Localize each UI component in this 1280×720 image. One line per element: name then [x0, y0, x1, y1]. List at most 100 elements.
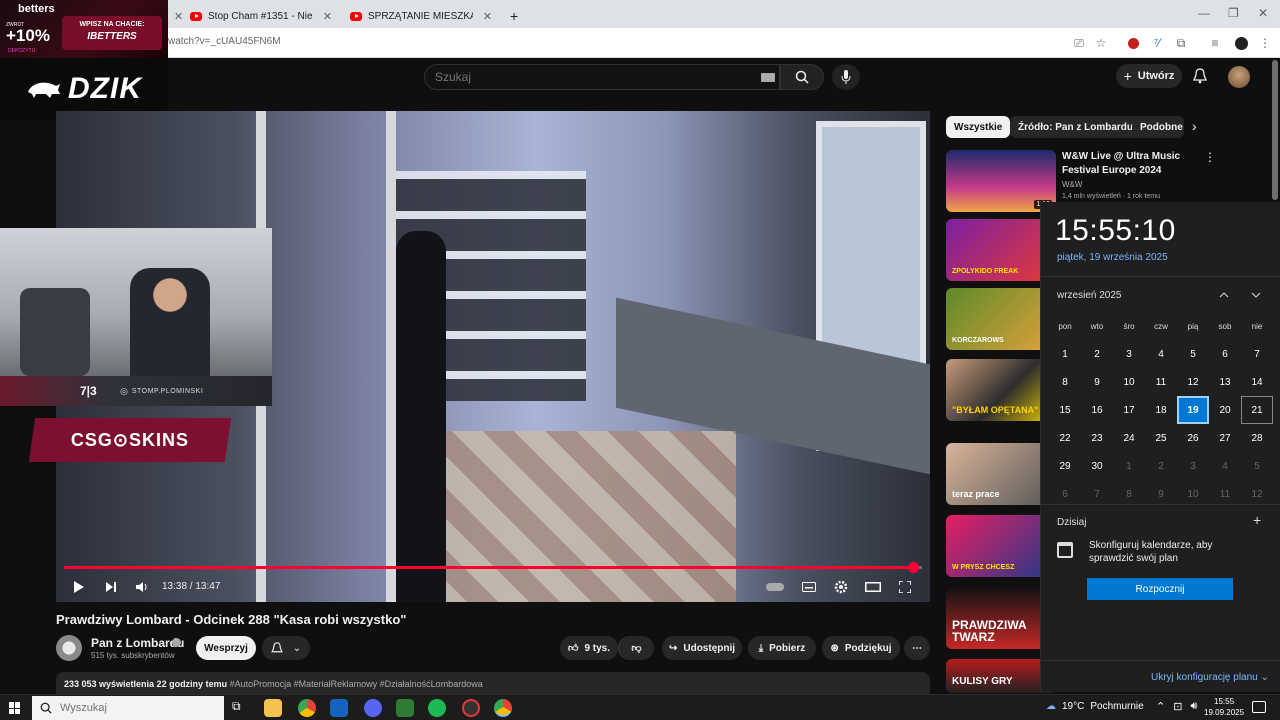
- search-button[interactable]: [780, 64, 824, 90]
- calendar-day[interactable]: 4: [1145, 340, 1177, 368]
- search-input[interactable]: [435, 70, 735, 84]
- windows-start-icon[interactable]: [9, 702, 21, 714]
- calendar-day[interactable]: 17: [1113, 396, 1145, 424]
- chevron-up-icon[interactable]: ⌃: [1156, 700, 1165, 713]
- add-event-plus-icon[interactable]: +: [1253, 512, 1261, 528]
- media-queue-icon[interactable]: ≡: [1206, 34, 1224, 52]
- close-icon[interactable]: ✕: [483, 10, 492, 23]
- calendar-day[interactable]: 22: [1049, 424, 1081, 452]
- volume-icon[interactable]: 🔊︎: [1190, 700, 1197, 713]
- calendar-day[interactable]: 6: [1209, 340, 1241, 368]
- calendar-day[interactable]: 27: [1209, 424, 1241, 452]
- translate-extension-icon[interactable]: ⁷⁄: [1148, 34, 1166, 52]
- calendar-day[interactable]: 4: [1209, 452, 1241, 480]
- calendar-day[interactable]: 19: [1177, 396, 1209, 424]
- hide-plan-link[interactable]: Ukryj konfigurację planu ⌄: [1151, 672, 1269, 683]
- share-button[interactable]: ↪ Udostępnij: [662, 636, 742, 660]
- page-scrollbar[interactable]: [1272, 60, 1278, 200]
- task-view-icon[interactable]: ⧉: [232, 699, 250, 717]
- support-button[interactable]: Wesprzyj: [196, 636, 256, 660]
- calendar-day[interactable]: 12: [1177, 368, 1209, 396]
- pinned-app-icon[interactable]: [330, 699, 348, 717]
- minimize-icon[interactable]: —: [1198, 6, 1210, 20]
- notifications-icon[interactable]: [1252, 701, 1266, 713]
- next-button[interactable]: [100, 577, 122, 597]
- voice-search-button[interactable]: [832, 64, 860, 90]
- browser-tab[interactable]: SPRZĄTANIE MIESZKANIA PO S ✕: [342, 4, 500, 28]
- previous-month-button[interactable]: [1215, 286, 1233, 304]
- obs-icon[interactable]: [462, 699, 480, 717]
- calendar-day[interactable]: 14: [1241, 368, 1273, 396]
- browser-tab[interactable]: Stop Cham #1351 - Niebezpiec ✕: [182, 4, 340, 28]
- calendar-day[interactable]: 1: [1113, 452, 1145, 480]
- calendar-day[interactable]: 2: [1081, 340, 1113, 368]
- like-button[interactable]: 👍︎ 9 tys.: [560, 636, 618, 660]
- address-bar[interactable]: watch?v=_cUAU45FN6M: [168, 36, 281, 47]
- chip-similar[interactable]: Podobne: [1132, 116, 1184, 138]
- cast-icon[interactable]: ⎚: [1070, 34, 1088, 52]
- taskbar-clock[interactable]: 15:55 19.09.2025: [1204, 697, 1244, 719]
- calendar-day[interactable]: 21: [1241, 396, 1273, 424]
- window-close-icon[interactable]: ✕: [1258, 6, 1268, 20]
- weather-widget[interactable]: ☁ 19°C Pochmurnie: [1046, 701, 1144, 712]
- file-explorer-icon[interactable]: [264, 699, 282, 717]
- restore-icon[interactable]: ❐: [1228, 6, 1239, 20]
- chip-source[interactable]: Źródło: Pan z Lombardu: [1010, 116, 1141, 138]
- calendar-day[interactable]: 5: [1177, 340, 1209, 368]
- flyout-date[interactable]: piątek, 19 września 2025: [1057, 252, 1168, 263]
- autoplay-toggle[interactable]: [764, 577, 786, 597]
- progress-scrubber[interactable]: [908, 562, 920, 573]
- bookmark-star-icon[interactable]: ☆: [1092, 34, 1110, 52]
- network-icon[interactable]: ⊡: [1173, 700, 1182, 713]
- spotify-icon[interactable]: [428, 699, 446, 717]
- calendar-day[interactable]: 28: [1241, 424, 1273, 452]
- calendar-day[interactable]: 3: [1177, 452, 1209, 480]
- calendar-day[interactable]: 24: [1113, 424, 1145, 452]
- calendar-day[interactable]: 11: [1145, 368, 1177, 396]
- progress-bar[interactable]: [64, 562, 922, 573]
- start-button[interactable]: Rozpocznij: [1087, 578, 1233, 600]
- video-description[interactable]: 233 053 wyświetlenia 22 godziny temu #Au…: [56, 672, 930, 694]
- subtitles-button[interactable]: [798, 577, 820, 597]
- settings-button[interactable]: [830, 577, 852, 597]
- keyboard-icon[interactable]: [761, 73, 775, 82]
- calendar-day[interactable]: 2: [1145, 452, 1177, 480]
- calendar-day[interactable]: 9: [1081, 368, 1113, 396]
- chip-all[interactable]: Wszystkie: [946, 116, 1011, 138]
- calendar-day[interactable]: 1: [1049, 340, 1081, 368]
- calendar-day[interactable]: 30: [1081, 452, 1113, 480]
- play-button[interactable]: [68, 577, 90, 597]
- chevron-right-icon[interactable]: ›: [1192, 118, 1197, 134]
- thanks-button[interactable]: ⊛ Podziękuj: [822, 636, 900, 660]
- menu-kebab-icon[interactable]: ⋮: [1256, 34, 1274, 52]
- calendar-day[interactable]: 7: [1241, 340, 1273, 368]
- calendar-day[interactable]: 5: [1241, 452, 1273, 480]
- excel-icon[interactable]: [396, 699, 414, 717]
- close-icon[interactable]: ✕: [323, 10, 332, 23]
- calendar-day[interactable]: 18: [1145, 396, 1177, 424]
- calendar-day[interactable]: 10: [1113, 368, 1145, 396]
- profile-icon[interactable]: [1232, 34, 1250, 52]
- chrome-icon[interactable]: [298, 699, 316, 717]
- theater-mode-button[interactable]: [862, 577, 884, 597]
- dislike-button[interactable]: 👎︎: [618, 636, 654, 660]
- calendar-day[interactable]: 16: [1081, 396, 1113, 424]
- fullscreen-button[interactable]: [894, 577, 916, 597]
- calendar-day[interactable]: 29: [1049, 452, 1081, 480]
- calendar-month[interactable]: wrzesień 2025: [1057, 290, 1121, 301]
- subscription-bell-button[interactable]: ⌄: [262, 636, 310, 660]
- calendar-day[interactable]: 13: [1209, 368, 1241, 396]
- recommendation-channel[interactable]: W&W: [1062, 180, 1082, 189]
- calendar-day[interactable]: 23: [1081, 424, 1113, 452]
- extensions-puzzle-icon[interactable]: ⧉: [1172, 34, 1190, 52]
- chrome-icon[interactable]: [494, 699, 512, 717]
- calendar-day[interactable]: 25: [1145, 424, 1177, 452]
- account-avatar[interactable]: [1228, 66, 1250, 88]
- channel-avatar[interactable]: [56, 635, 82, 661]
- discord-icon[interactable]: [364, 699, 382, 717]
- hashtags[interactable]: #AutoPromocja #MateriałReklamowy #Działa…: [230, 679, 483, 689]
- notifications-button[interactable]: [1190, 66, 1210, 86]
- next-month-button[interactable]: [1247, 286, 1265, 304]
- download-button[interactable]: ⤓ Pobierz: [748, 636, 816, 660]
- taskbar-search[interactable]: [32, 696, 224, 720]
